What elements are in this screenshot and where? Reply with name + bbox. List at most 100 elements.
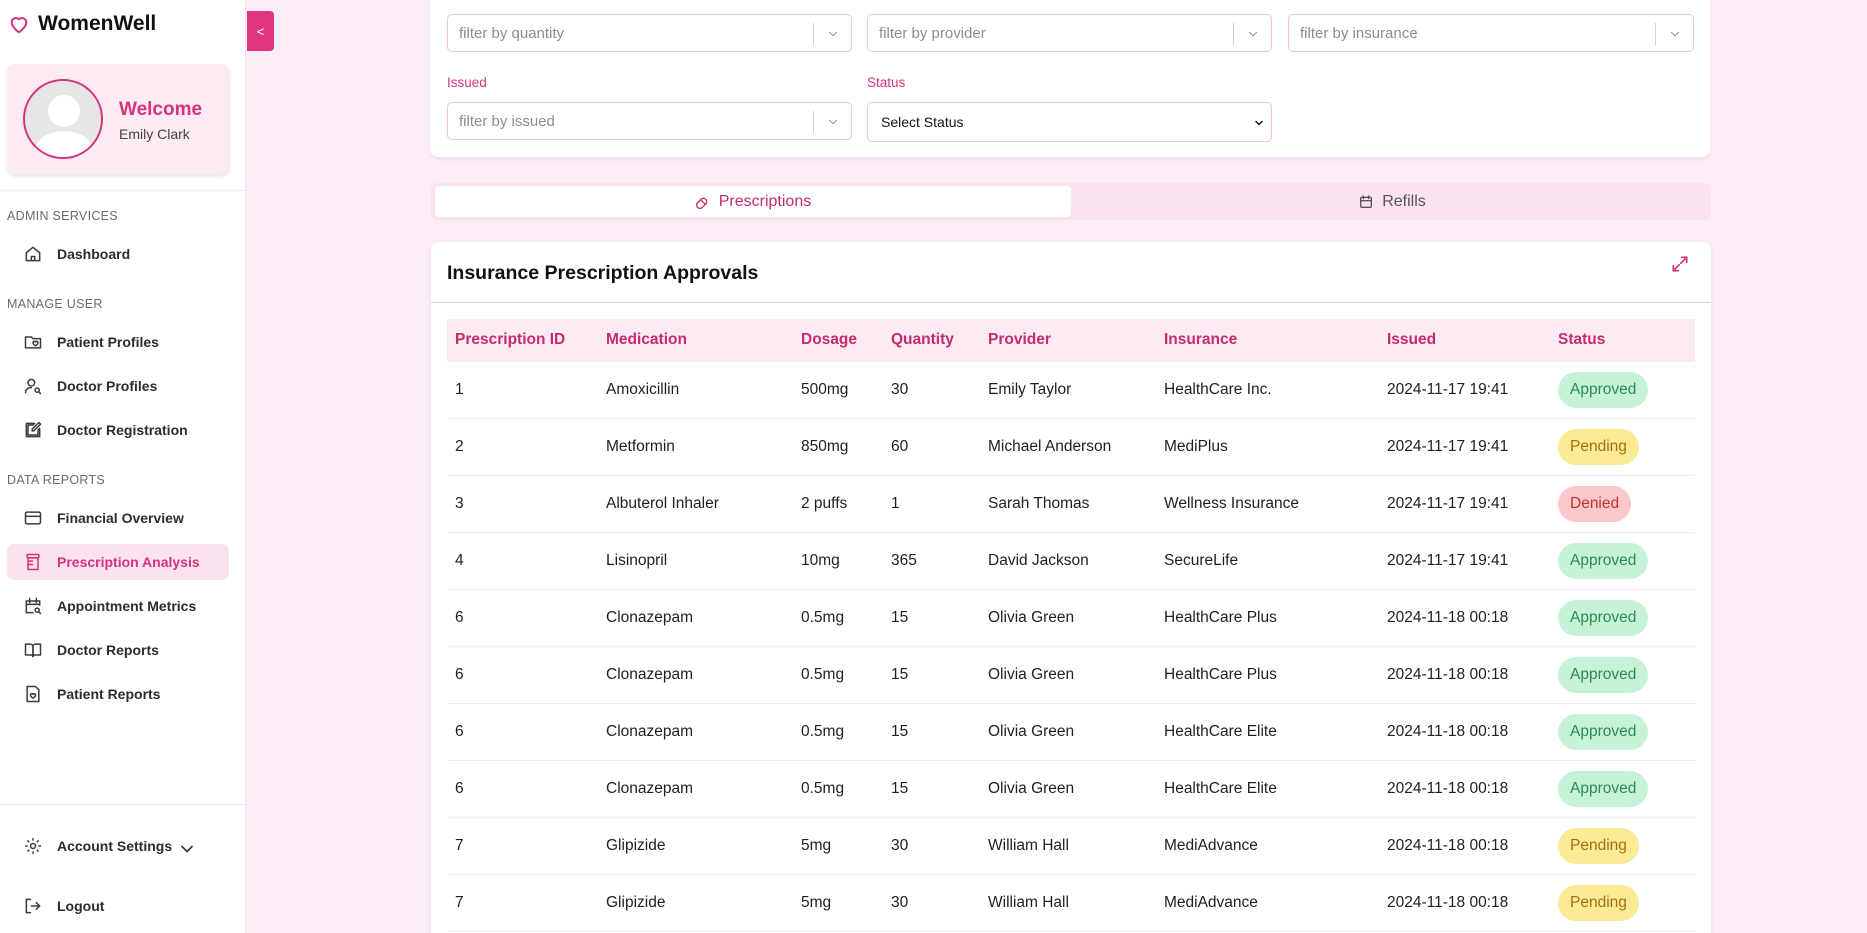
divider: [431, 302, 1711, 303]
sidebar-item-financial-overview[interactable]: Financial Overview: [7, 500, 229, 536]
issued-filter-select[interactable]: filter by issued: [447, 102, 852, 140]
brand-name: WomenWell: [38, 12, 157, 35]
credit-card-icon: [24, 511, 42, 525]
sidebar-item-doctor-reports[interactable]: Doctor Reports: [7, 632, 229, 668]
file-heart-icon: [26, 685, 40, 703]
table-row[interactable]: 7 Glipizide 5mg 30 William Hall MediAdvance 20…: [447, 817, 1695, 875]
quantity-filter-select[interactable]: filter by quantity: [447, 14, 852, 52]
prescription-id-cell: 6: [447, 589, 598, 647]
issued-cell: 2024-11-18 00:18: [1379, 703, 1550, 761]
status-badge: Denied: [1558, 485, 1632, 522]
issued-cell: 2024-11-17 19:41: [1379, 418, 1550, 476]
column-header[interactable]: Provider: [980, 319, 1156, 362]
quantity-filter-placeholder: filter by quantity: [459, 24, 565, 42]
status-filter-select[interactable]: Select Status: [867, 102, 1272, 142]
provider-filter-select[interactable]: filter by provider: [867, 14, 1272, 52]
tab-prescriptions[interactable]: Prescriptions: [435, 186, 1071, 217]
column-header[interactable]: Insurance: [1156, 319, 1379, 362]
column-header[interactable]: Status: [1550, 319, 1695, 362]
status-badge: Approved: [1558, 371, 1649, 408]
sidebar-item-patient-reports[interactable]: Patient Reports: [7, 676, 229, 712]
column-header[interactable]: Issued: [1379, 319, 1550, 362]
insurance-cell: MediAdvance: [1156, 817, 1379, 875]
table-row[interactable]: 6 Clonazepam 0.5mg 15 Olivia Green HealthCare…: [447, 760, 1695, 818]
sidebar-item-doctor-profiles[interactable]: Doctor Profiles: [7, 368, 229, 404]
column-header[interactable]: Dosage: [793, 319, 883, 362]
table-row[interactable]: 6 Clonazepam 0.5mg 15 Olivia Green HealthCare…: [447, 703, 1695, 761]
table-row[interactable]: 1 Amoxicillin 500mg 30 Emily Taylor HealthCar…: [447, 361, 1695, 419]
prescription-id-cell: 6: [447, 703, 598, 761]
divider: [0, 804, 246, 805]
sidebar-item-prescription-analysis[interactable]: Prescription Analysis: [7, 544, 229, 580]
section-label-manage-user: MANAGE USER: [7, 297, 103, 311]
medication-cell: Metformin: [598, 418, 793, 476]
status-cell: Pending: [1550, 874, 1695, 932]
table-row[interactable]: 7 Glipizide 5mg 30 William Hall MediAdvance 20…: [447, 874, 1695, 932]
insurance-filter-select[interactable]: filter by insurance: [1288, 14, 1694, 52]
medication-cell: Clonazepam: [598, 646, 793, 704]
expand-icon[interactable]: [1670, 254, 1690, 274]
status-cell: Approved: [1550, 589, 1695, 647]
insurance-cell: HealthCare Elite: [1156, 703, 1379, 761]
insurance-cell: Wellness Insurance: [1156, 475, 1379, 533]
insurance-cell: MediAdvance: [1156, 874, 1379, 932]
sidebar: WomenWell Welcome Emily Clark ADMIN SERV…: [0, 0, 246, 933]
collapse-sidebar-button[interactable]: <: [247, 11, 274, 51]
welcome-card: Welcome Emily Clark: [7, 64, 229, 174]
dosage-cell: 10mg: [793, 532, 883, 590]
status-cell: Approved: [1550, 703, 1695, 761]
provider-cell: Olivia Green: [980, 703, 1156, 761]
table-row[interactable]: 4 Lisinopril 10mg 365 David Jackson SecureLif…: [447, 532, 1695, 590]
sidebar-item-appointment-metrics[interactable]: Appointment Metrics: [7, 588, 229, 624]
table-row[interactable]: 6 Clonazepam 0.5mg 15 Olivia Green HealthCare…: [447, 646, 1695, 704]
dosage-cell: 0.5mg: [793, 646, 883, 704]
dosage-cell: 0.5mg: [793, 703, 883, 761]
table-row[interactable]: 2 Metformin 850mg 60 Michael Anderson MediPlu…: [447, 418, 1695, 476]
provider-cell: Olivia Green: [980, 589, 1156, 647]
dosage-cell: 0.5mg: [793, 760, 883, 818]
column-header[interactable]: Medication: [598, 319, 793, 362]
gear-icon: [25, 838, 41, 854]
sidebar-item-label: Prescription Analysis: [57, 554, 200, 570]
medication-cell: Clonazepam: [598, 703, 793, 761]
insurance-cell: HealthCare Plus: [1156, 589, 1379, 647]
account-settings-menu[interactable]: Account Settings: [7, 828, 229, 864]
dosage-cell: 5mg: [793, 817, 883, 875]
status-cell: Approved: [1550, 532, 1695, 590]
insurance-cell: HealthCare Elite: [1156, 760, 1379, 818]
chevron-down-icon: [1248, 31, 1258, 37]
prescription-id-cell: 1: [447, 361, 598, 419]
column-header[interactable]: Quantity: [883, 319, 980, 362]
table-row[interactable]: 3 Albuterol Inhaler 2 puffs 1 Sarah Thomas We…: [447, 475, 1695, 533]
provider-cell: David Jackson: [980, 532, 1156, 590]
sidebar-item-label: Patient Profiles: [57, 334, 159, 350]
status-cell: Approved: [1550, 760, 1695, 818]
approvals-table-card: Insurance Prescription Approvals Prescri…: [431, 242, 1711, 933]
avatar[interactable]: [23, 79, 103, 159]
account-settings-label: Account Settings: [57, 838, 173, 854]
status-badge: Pending: [1558, 827, 1639, 864]
brand[interactable]: WomenWell: [8, 12, 156, 36]
sidebar-item-doctor-registration[interactable]: Doctor Registration: [7, 412, 229, 448]
sidebar-item-label: Financial Overview: [57, 510, 184, 526]
provider-filter-placeholder: filter by provider: [879, 24, 986, 42]
issued-filter-placeholder: filter by issued: [459, 112, 555, 130]
prescription-id-cell: 7: [447, 874, 598, 932]
tab-refills-label: Refills: [1382, 192, 1426, 210]
quantity-cell: 30: [883, 874, 980, 932]
quantity-cell: 365: [883, 532, 980, 590]
issued-cell: 2024-11-18 00:18: [1379, 589, 1550, 647]
sidebar-item-label: Appointment Metrics: [57, 598, 197, 614]
tab-refills[interactable]: Refills: [1077, 186, 1707, 217]
logout-button[interactable]: Logout: [7, 888, 229, 924]
filters-card: filter by quantity filter by provider fi…: [430, 0, 1710, 157]
sidebar-item-dashboard[interactable]: Dashboard: [7, 236, 229, 272]
folder-heart-icon: [24, 336, 42, 349]
column-header[interactable]: Prescription ID: [447, 319, 598, 362]
section-label-data-reports: DATA REPORTS: [7, 473, 106, 487]
edit-icon: [25, 421, 42, 438]
table-row[interactable]: 6 Clonazepam 0.5mg 15 Olivia Green HealthCare…: [447, 589, 1695, 647]
sidebar-item-patient-profiles[interactable]: Patient Profiles: [7, 324, 229, 360]
pill-icon: [695, 197, 708, 209]
chevron-down-icon: [1255, 120, 1263, 126]
